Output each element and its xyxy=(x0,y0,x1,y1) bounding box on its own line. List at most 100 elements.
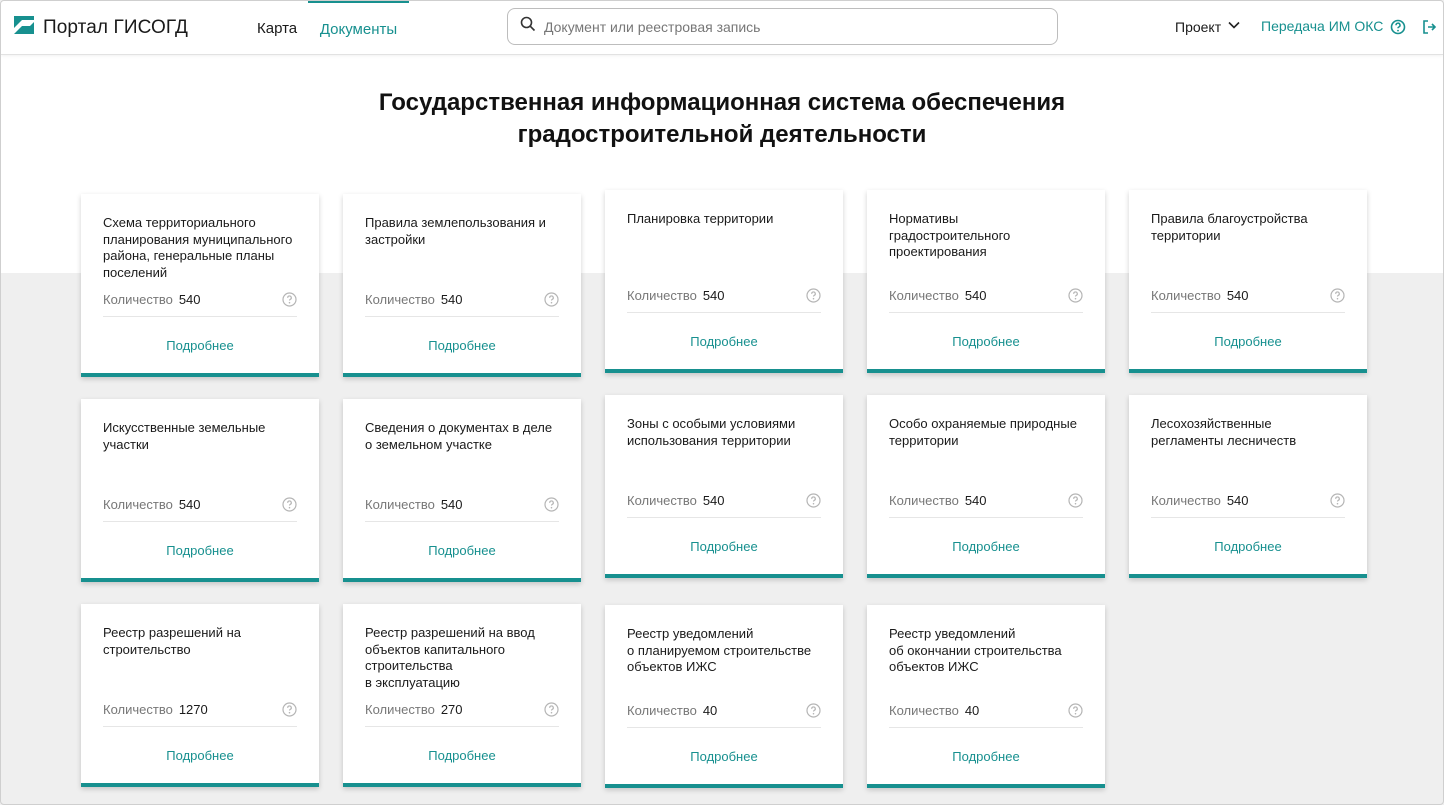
card-more-link[interactable]: Подробнее xyxy=(81,543,319,558)
card-title: Особо охраняемые природные территории xyxy=(889,416,1077,448)
card-more-link[interactable]: Подробнее xyxy=(343,543,581,558)
search-input[interactable] xyxy=(544,18,1024,35)
document-card[interactable]: Лесохозяйственные регламенты лесничеств К… xyxy=(1129,395,1367,578)
document-card[interactable]: Планировка территории Количество 540 Подроб… xyxy=(605,190,843,373)
document-card[interactable]: Искусственные земельные участки Количеств… xyxy=(81,399,319,582)
help-circle-icon[interactable] xyxy=(806,493,821,508)
document-card[interactable]: Нормативы градостроительного проектирова… xyxy=(867,190,1105,373)
nav-map[interactable]: Карта xyxy=(257,1,297,55)
help-icon[interactable] xyxy=(1389,18,1407,36)
search-box[interactable] xyxy=(507,8,1058,45)
app-title: Портал ГИСОГД xyxy=(43,16,189,38)
document-card[interactable]: Особо охраняемые природные территории Кол… xyxy=(867,395,1105,578)
count-label: Количество xyxy=(627,703,697,718)
top-header: Портал ГИСОГД Карта Документы Проект Пер… xyxy=(1,1,1443,55)
card-count-row: Количество 270 xyxy=(365,702,559,727)
count-value: 540 xyxy=(178,497,201,512)
card-count-row: Количество 540 xyxy=(1151,493,1345,518)
card-more-link[interactable]: Подробнее xyxy=(605,749,843,764)
card-count-row: Количество 540 xyxy=(889,288,1083,313)
count-label: Количество xyxy=(103,292,173,307)
count-label: Количество xyxy=(889,703,959,718)
card-more-link[interactable]: Подробнее xyxy=(1129,539,1367,554)
count-label: Количество xyxy=(365,497,435,512)
count-label: Количество xyxy=(889,493,959,508)
logout-icon[interactable] xyxy=(1420,18,1438,36)
count-value: 270 xyxy=(440,702,463,717)
help-circle-icon[interactable] xyxy=(1068,288,1083,303)
count-value: 540 xyxy=(702,288,725,303)
count-value: 540 xyxy=(440,497,463,512)
card-title: Реестр разрешений на строительство xyxy=(103,625,241,657)
help-circle-icon[interactable] xyxy=(282,292,297,307)
card-more-link[interactable]: Подробнее xyxy=(1129,334,1367,349)
card-title: Сведения о документах в деле о земельном… xyxy=(365,420,553,452)
count-value: 540 xyxy=(1226,493,1249,508)
card-title: Лесохозяйственные регламенты лесничеств xyxy=(1151,416,1297,448)
card-title: Реестр разрешений на ввод объектов капит… xyxy=(365,625,535,690)
help-circle-icon[interactable] xyxy=(544,702,559,717)
card-title: Зоны с особыми условиями использования т… xyxy=(627,416,796,448)
card-more-link[interactable]: Подробнее xyxy=(605,539,843,554)
help-circle-icon[interactable] xyxy=(1330,493,1345,508)
card-title: Нормативы градостроительного проектирова… xyxy=(889,211,1011,259)
document-card[interactable]: Реестр разрешений на ввод объектов капит… xyxy=(343,604,581,787)
count-value: 40 xyxy=(964,703,980,718)
document-card[interactable]: Схема территориального планирования муни… xyxy=(81,194,319,377)
document-card[interactable]: Реестр уведомлений о планируемом строите… xyxy=(605,605,843,788)
card-more-link[interactable]: Подробнее xyxy=(605,334,843,349)
card-count-row: Количество 40 xyxy=(627,703,821,728)
count-label: Количество xyxy=(1151,288,1221,303)
count-value: 540 xyxy=(964,493,987,508)
document-card[interactable]: Правила землепользования и застройки Коли… xyxy=(343,194,581,377)
count-label: Количество xyxy=(627,288,697,303)
chevron-down-icon xyxy=(1227,18,1241,35)
count-label: Количество xyxy=(1151,493,1221,508)
card-title: Реестр уведомлений об окончании строител… xyxy=(889,626,1062,674)
count-value: 540 xyxy=(440,292,463,307)
card-more-link[interactable]: Подробнее xyxy=(81,338,319,353)
card-more-link[interactable]: Подробнее xyxy=(343,338,581,353)
page-title-line1: Государственная информационная система о… xyxy=(378,89,1066,116)
nav-documents[interactable]: Документы xyxy=(308,1,409,55)
project-dropdown[interactable]: Проект xyxy=(1175,18,1241,35)
count-value: 540 xyxy=(1226,288,1249,303)
card-count-row: Количество 1270 xyxy=(103,702,297,727)
card-count-row: Количество 540 xyxy=(627,288,821,313)
help-circle-icon[interactable] xyxy=(806,703,821,718)
document-card[interactable]: Сведения о документах в деле о земельном… xyxy=(343,399,581,582)
app-frame: Портал ГИСОГД Карта Документы Проект Пер… xyxy=(0,0,1444,805)
document-card[interactable]: Правила благоустройства территории Количе… xyxy=(1129,190,1367,373)
count-label: Количество xyxy=(889,288,959,303)
document-card[interactable]: Реестр уведомлений об окончании строител… xyxy=(867,605,1105,788)
count-value: 1270 xyxy=(178,702,208,717)
document-card[interactable]: Зоны с особыми условиями использования т… xyxy=(605,395,843,578)
card-count-row: Количество 540 xyxy=(889,493,1083,518)
card-more-link[interactable]: Подробнее xyxy=(343,748,581,763)
help-circle-icon[interactable] xyxy=(806,288,821,303)
portal-logo[interactable]: Портал ГИСОГД xyxy=(13,14,188,41)
help-circle-icon[interactable] xyxy=(544,497,559,512)
help-circle-icon[interactable] xyxy=(1068,493,1083,508)
page-title-line2: градостроительной деятельности xyxy=(517,121,927,148)
card-title: Искусственные земельные участки xyxy=(103,420,266,452)
search-icon xyxy=(520,16,536,37)
help-circle-icon[interactable] xyxy=(1330,288,1345,303)
card-more-link[interactable]: Подробнее xyxy=(867,334,1105,349)
card-count-row: Количество 540 xyxy=(103,292,297,317)
card-title: Планировка территории xyxy=(627,211,774,226)
document-card[interactable]: Реестр разрешений на строительство Количе… xyxy=(81,604,319,787)
count-value: 540 xyxy=(702,493,725,508)
card-more-link[interactable]: Подробнее xyxy=(867,539,1105,554)
count-label: Количество xyxy=(627,493,697,508)
help-circle-icon[interactable] xyxy=(544,292,559,307)
transfer-oks-link[interactable]: Передача ИМ ОКС xyxy=(1261,18,1383,34)
card-more-link[interactable]: Подробнее xyxy=(867,749,1105,764)
help-circle-icon[interactable] xyxy=(282,497,297,512)
project-label: Проект xyxy=(1175,18,1222,35)
help-circle-icon[interactable] xyxy=(282,702,297,717)
count-label: Количество xyxy=(365,702,435,717)
count-value: 540 xyxy=(964,288,987,303)
card-more-link[interactable]: Подробнее xyxy=(81,748,319,763)
help-circle-icon[interactable] xyxy=(1068,703,1083,718)
